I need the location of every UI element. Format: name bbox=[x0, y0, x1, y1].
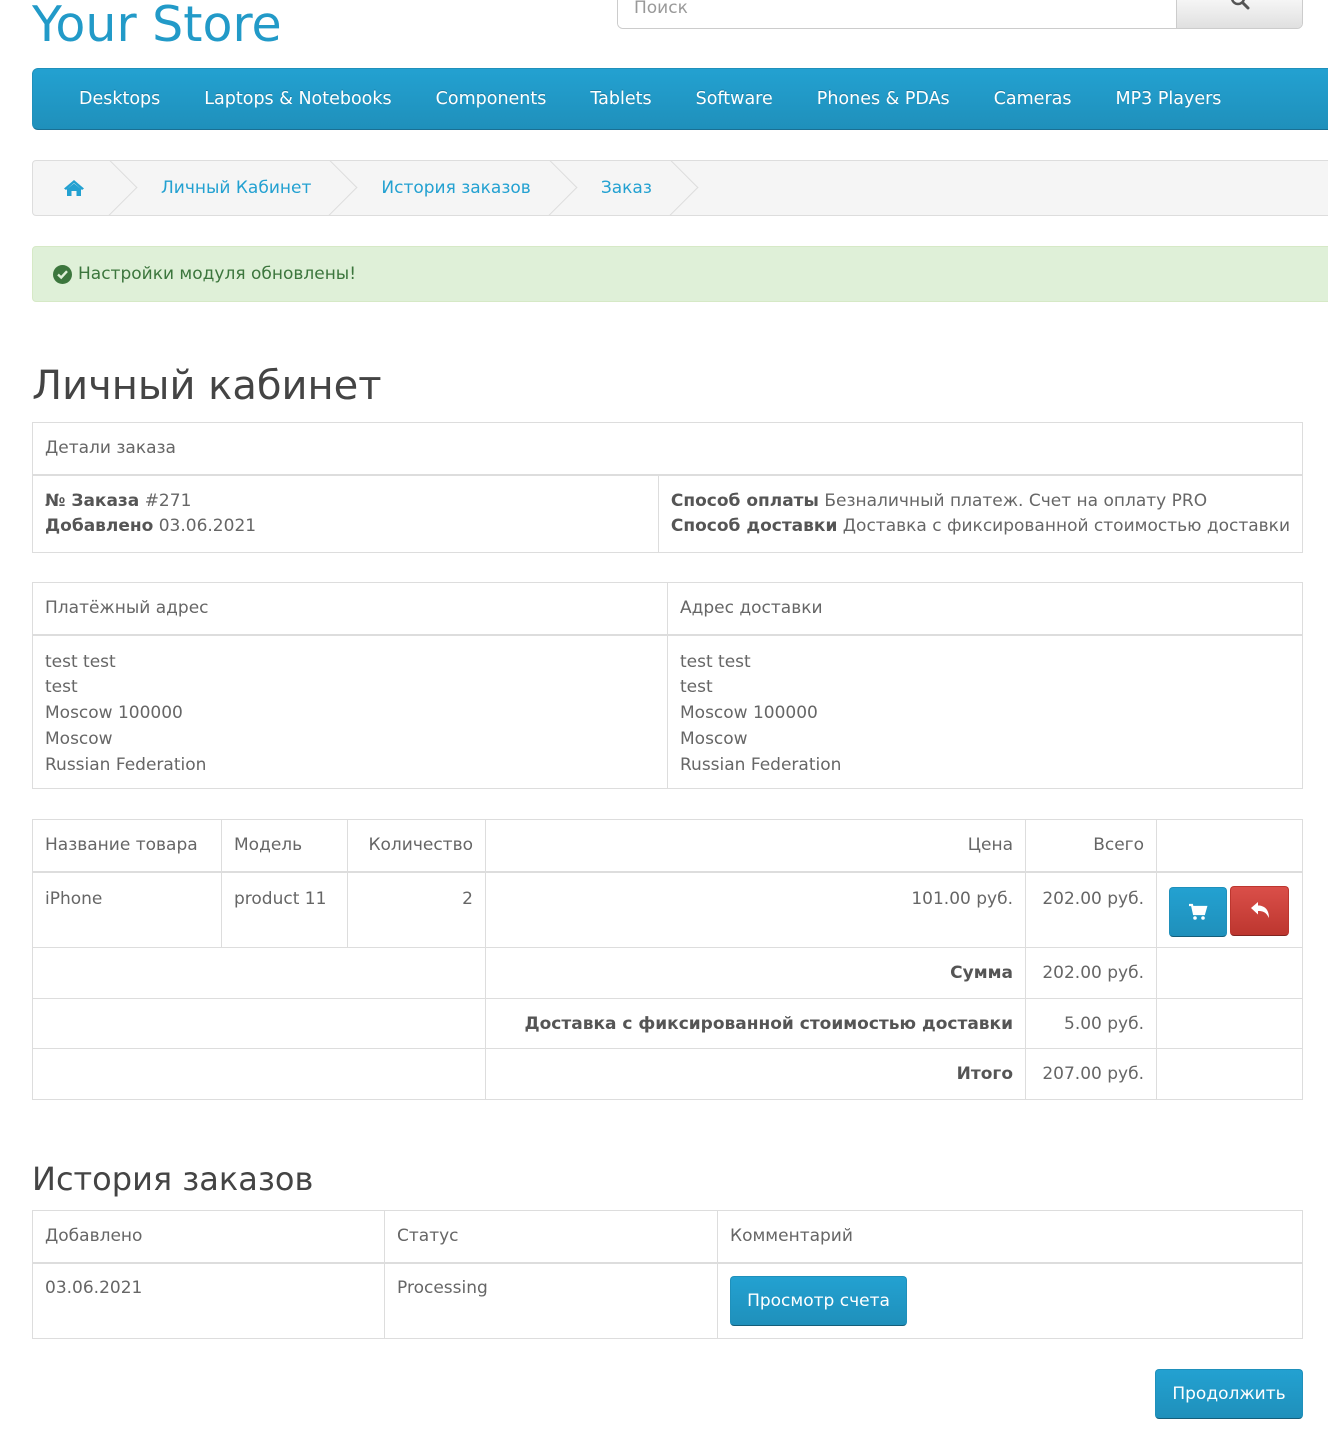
added-date: 03.06.2021 bbox=[158, 516, 257, 537]
method-info-cell: Способ оплаты Безналичный платеж. Счет н… bbox=[657, 474, 1304, 553]
shipping-method: Доставка с фиксированной стоимостью дост… bbox=[842, 516, 1290, 537]
order-info-cell: № Заказа #271 Добавлено 03.06.2021 bbox=[32, 474, 659, 553]
success-alert: Настройки модуля обновлены! bbox=[32, 246, 1328, 302]
payment-address-heading: Платёжный адрес bbox=[32, 582, 668, 636]
cart-icon bbox=[1189, 903, 1208, 920]
col-model: Модель bbox=[221, 819, 348, 873]
menu-item-software[interactable]: Software bbox=[674, 69, 795, 129]
menu-item-laptops[interactable]: Laptops & Notebooks bbox=[182, 69, 413, 129]
payment-method-label: Способ оплаты bbox=[670, 490, 819, 511]
menu-item-components[interactable]: Components bbox=[414, 69, 569, 129]
address-line: test bbox=[680, 677, 713, 698]
reorder-button[interactable] bbox=[1169, 886, 1227, 937]
menu-item-phones[interactable]: Phones & PDAs bbox=[795, 69, 972, 129]
col-status: Статус bbox=[384, 1210, 718, 1264]
search-box bbox=[617, 0, 1303, 29]
address-line: Moscow 100000 bbox=[680, 703, 818, 724]
order-no-label: № Заказа bbox=[45, 490, 140, 511]
address-line: Moscow 100000 bbox=[45, 703, 183, 724]
breadcrumb-home[interactable] bbox=[33, 161, 115, 215]
home-icon bbox=[64, 180, 84, 196]
product-qty: 2 bbox=[347, 871, 486, 948]
search-button[interactable] bbox=[1176, 0, 1302, 28]
search-input[interactable] bbox=[618, 0, 1178, 28]
address-line: Russian Federation bbox=[680, 754, 842, 775]
check-circle-icon bbox=[53, 264, 72, 284]
grand-total-label: Итого bbox=[956, 1064, 1013, 1084]
store-logo[interactable]: Your Store bbox=[32, 0, 282, 58]
menu-item-tablets[interactable]: Tablets bbox=[568, 69, 673, 129]
shipping-address-heading: Адрес доставки bbox=[667, 582, 1303, 636]
shipping-address: test test test Moscow 100000 Moscow Russ… bbox=[667, 634, 1303, 789]
address-line: test test bbox=[45, 651, 116, 672]
address-line: Russian Federation bbox=[45, 754, 207, 775]
totals-row: Доставка с фиксированной стоимостью дост… bbox=[32, 998, 1303, 1049]
address-line: Moscow bbox=[680, 728, 748, 749]
history-title: История заказов bbox=[32, 1160, 314, 1198]
product-total: 202.00 руб. bbox=[1025, 871, 1157, 948]
table-row: 03.06.2021 Processing Просмотр счета bbox=[32, 1262, 1303, 1339]
shipping-total-label: Доставка с фиксированной стоимостью дост… bbox=[524, 1013, 1013, 1034]
products-table: Название товара Модель Количество Цена В… bbox=[32, 819, 1303, 1100]
order-no: #271 bbox=[144, 490, 192, 511]
history-status: Processing bbox=[384, 1262, 718, 1339]
history-date: 03.06.2021 bbox=[32, 1262, 385, 1339]
col-price: Цена bbox=[485, 819, 1026, 873]
menu-item-cameras[interactable]: Cameras bbox=[972, 69, 1094, 129]
page-title: Личный кабинет bbox=[32, 363, 382, 409]
address-line: test bbox=[45, 677, 78, 698]
col-quantity: Количество bbox=[347, 819, 486, 873]
table-row: iPhone product 11 2 101.00 руб. 202.00 р… bbox=[32, 871, 1303, 948]
col-total: Всего bbox=[1025, 819, 1157, 873]
main-menu: Desktops Laptops & Notebooks Components … bbox=[32, 68, 1328, 130]
subtotal-value: 202.00 руб. bbox=[1025, 947, 1157, 999]
col-product-name: Название товара bbox=[32, 819, 222, 873]
grand-total-value: 207.00 руб. bbox=[1025, 1048, 1157, 1100]
product-name[interactable]: iPhone bbox=[32, 871, 222, 948]
reply-icon bbox=[1250, 901, 1269, 918]
order-details-table: Детали заказа № Заказа #271 Добавлено 03… bbox=[32, 422, 1304, 553]
totals-row: Итого 207.00 руб. bbox=[32, 1048, 1303, 1100]
menu-item-mp3[interactable]: MP3 Players bbox=[1093, 69, 1243, 129]
view-invoice-button[interactable]: Просмотр счета bbox=[730, 1275, 907, 1326]
address-line: test test bbox=[680, 651, 751, 672]
order-details-heading: Детали заказа bbox=[32, 422, 1303, 476]
product-model: product 11 bbox=[221, 871, 348, 948]
col-added: Добавлено bbox=[32, 1210, 385, 1264]
totals-row: Сумма 202.00 руб. bbox=[32, 947, 1303, 999]
product-price: 101.00 руб. bbox=[485, 871, 1026, 948]
continue-button[interactable]: Продолжить bbox=[1155, 1369, 1303, 1419]
address-line: Moscow bbox=[45, 728, 113, 749]
payment-method: Безналичный платеж. Счет на оплату PRO bbox=[824, 490, 1208, 511]
search-icon bbox=[1230, 0, 1249, 10]
breadcrumb-order[interactable]: Заказ bbox=[555, 161, 676, 215]
breadcrumb-order-history[interactable]: История заказов bbox=[335, 161, 554, 215]
shipping-total-value: 5.00 руб. bbox=[1025, 998, 1157, 1049]
return-button[interactable] bbox=[1230, 885, 1289, 936]
added-label: Добавлено bbox=[45, 516, 154, 537]
breadcrumb-account[interactable]: Личный Кабинет bbox=[115, 161, 335, 215]
col-actions bbox=[1156, 819, 1303, 873]
payment-address: test test test Moscow 100000 Moscow Russ… bbox=[32, 634, 668, 789]
breadcrumb: Личный Кабинет История заказов Заказ bbox=[32, 160, 1328, 216]
menu-item-desktops[interactable]: Desktops bbox=[57, 69, 182, 129]
history-table: Добавлено Статус Комментарий 03.06.2021 … bbox=[32, 1210, 1303, 1339]
addresses-table: Платёжный адрес Адрес доставки test test… bbox=[32, 582, 1303, 789]
shipping-method-label: Способ доставки bbox=[670, 516, 838, 537]
alert-text: Настройки модуля обновлены! bbox=[78, 264, 357, 284]
col-comment: Комментарий bbox=[717, 1210, 1303, 1264]
product-actions bbox=[1156, 871, 1303, 948]
subtotal-label: Сумма bbox=[950, 963, 1013, 983]
